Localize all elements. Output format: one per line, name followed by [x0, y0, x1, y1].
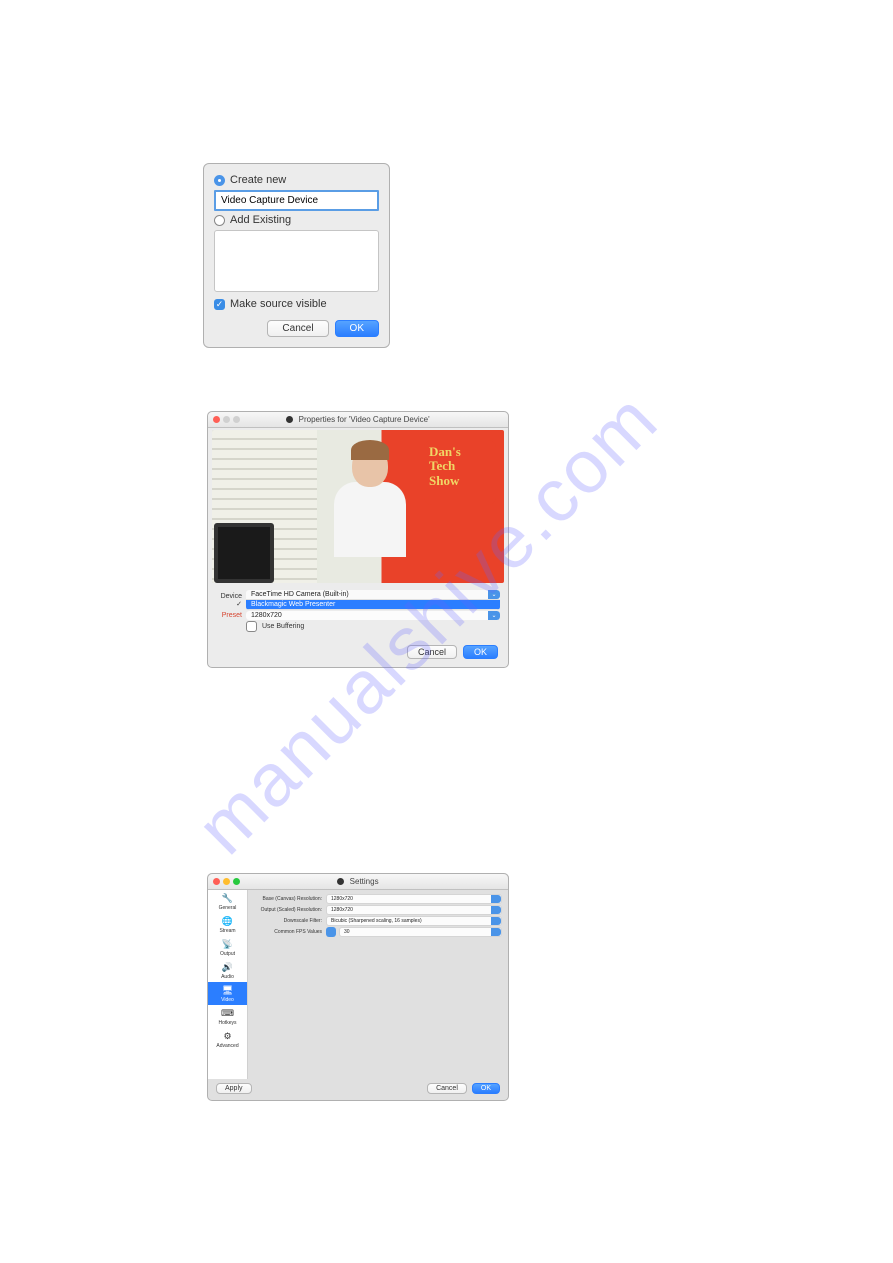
speaker-icon: 🔊: [222, 961, 234, 973]
ok-button[interactable]: OK: [335, 320, 379, 337]
sidebar-item-hotkeys[interactable]: ⌨ Hotkeys: [208, 1005, 247, 1028]
checkbox-checked-icon: ✓: [214, 299, 225, 310]
broadcast-icon: 📡: [222, 938, 234, 950]
maximize-icon[interactable]: [233, 878, 240, 885]
make-visible-label: Make source visible: [230, 298, 327, 310]
chevron-icon: ⌄: [488, 590, 500, 599]
fps-dropdown-icon[interactable]: [326, 927, 336, 937]
preset-value[interactable]: 1280x720 ⌄: [246, 611, 500, 620]
radio-unselected-icon: [214, 215, 225, 226]
chevron-icon: [491, 906, 501, 914]
gear-icon: [286, 416, 293, 423]
device-option-facetime[interactable]: FaceTime HD Camera (Built-in) ⌄: [246, 590, 500, 600]
close-icon[interactable]: [213, 416, 220, 423]
properties-dialog: Properties for 'Video Capture Device' Da…: [207, 411, 509, 668]
output-resolution-dropdown[interactable]: 1280x720: [326, 905, 502, 915]
preset-dropdown[interactable]: 1280x720 ⌄: [246, 611, 500, 620]
make-visible-checkbox[interactable]: ✓ Make source visible: [214, 298, 379, 310]
base-resolution-label: Base (Canvas) Resolution:: [254, 896, 326, 902]
settings-sidebar: 🔧 General 🌐 Stream 📡 Output 🔊 Audio 🖥 Vi…: [208, 890, 248, 1079]
titlebar[interactable]: Settings: [208, 874, 508, 890]
buffering-label: Use Buffering: [262, 623, 304, 630]
cancel-button[interactable]: Cancel: [427, 1083, 467, 1094]
wrench-icon: 🔧: [222, 892, 234, 904]
sidebar-item-stream[interactable]: 🌐 Stream: [208, 913, 247, 936]
titlebar[interactable]: Properties for 'Video Capture Device': [208, 412, 508, 428]
device-dropdown[interactable]: FaceTime HD Camera (Built-in) ⌄ Blackmag…: [246, 590, 500, 610]
preset-label: Preset: [216, 612, 246, 619]
dialog-title: Properties for 'Video Capture Device': [208, 415, 508, 424]
source-name-input[interactable]: [214, 190, 379, 211]
chevron-icon: [491, 895, 501, 903]
output-resolution-label: Output (Scaled) Resolution:: [254, 907, 326, 913]
dialog-title: Settings: [208, 877, 508, 886]
chevron-icon: ⌄: [488, 611, 500, 620]
gears-icon: ⚙: [222, 1030, 234, 1042]
maximize-icon[interactable]: [233, 416, 240, 423]
checkbox-empty-icon: [246, 621, 257, 632]
chevron-icon: [491, 917, 501, 925]
create-source-dialog: Create new Add Existing ✓ Make source vi…: [203, 163, 390, 348]
device-label: Device ✓: [216, 593, 246, 608]
ok-button[interactable]: OK: [472, 1083, 500, 1094]
cancel-button[interactable]: Cancel: [407, 645, 457, 659]
background-monitor: [214, 523, 274, 583]
fps-dropdown[interactable]: 30: [339, 927, 502, 937]
person-figure: [323, 445, 416, 583]
sidebar-item-general[interactable]: 🔧 General: [208, 890, 247, 913]
globe-icon: 🌐: [222, 915, 234, 927]
video-preview: Dan's Tech Show: [212, 430, 504, 583]
minimize-icon[interactable]: [223, 878, 230, 885]
keyboard-icon: ⌨: [222, 1007, 234, 1019]
sidebar-item-advanced[interactable]: ⚙ Advanced: [208, 1028, 247, 1051]
create-new-radio[interactable]: Create new: [214, 174, 379, 186]
radio-selected-icon: [214, 175, 225, 186]
downscale-filter-dropdown[interactable]: Bicubic (Sharpened scaling, 16 samples): [326, 916, 502, 926]
existing-sources-list[interactable]: [214, 230, 379, 292]
sidebar-item-output[interactable]: 📡 Output: [208, 936, 247, 959]
add-existing-label: Add Existing: [230, 214, 291, 226]
cancel-button[interactable]: Cancel: [267, 320, 328, 337]
fps-label: Common FPS Values: [254, 929, 326, 935]
gear-icon: [337, 878, 344, 885]
close-icon[interactable]: [213, 878, 220, 885]
sidebar-item-video[interactable]: 🖥 Video: [208, 982, 247, 1005]
base-resolution-dropdown[interactable]: 1280x720: [326, 894, 502, 904]
show-sign: Dan's Tech Show: [424, 440, 496, 505]
chevron-icon: [491, 928, 501, 936]
add-existing-radio[interactable]: Add Existing: [214, 214, 379, 226]
use-buffering-checkbox[interactable]: Use Buffering: [246, 621, 304, 632]
ok-button[interactable]: OK: [463, 645, 498, 659]
minimize-icon[interactable]: [223, 416, 230, 423]
device-option-blackmagic[interactable]: Blackmagic Web Presenter: [246, 600, 500, 610]
sidebar-item-audio[interactable]: 🔊 Audio: [208, 959, 247, 982]
monitor-icon: 🖥: [222, 984, 234, 996]
downscale-filter-label: Downscale Filter:: [254, 918, 326, 924]
create-new-label: Create new: [230, 174, 286, 186]
apply-button[interactable]: Apply: [216, 1083, 252, 1094]
settings-dialog: Settings 🔧 General 🌐 Stream 📡 Output 🔊 A…: [207, 873, 509, 1101]
